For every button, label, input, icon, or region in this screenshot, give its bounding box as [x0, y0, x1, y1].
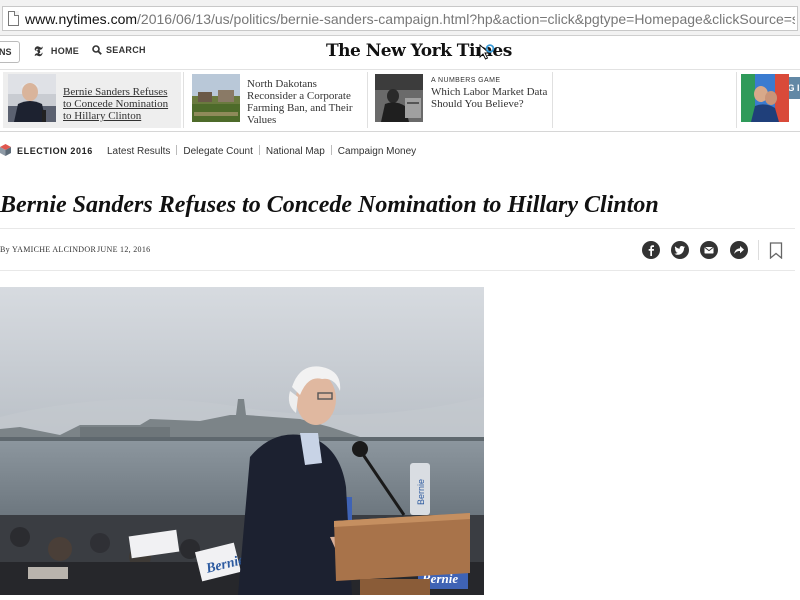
search-icon: [92, 45, 102, 55]
ribbon-divider: [183, 72, 184, 128]
email-share-button[interactable]: [700, 241, 718, 259]
ribbon-headline[interactable]: Which Labor Market Data Should You Belie…: [431, 86, 549, 110]
masthead: NS 𝕿HOME SEARCH The New York Times LOG I…: [0, 36, 800, 99]
nav-link-campaign-money[interactable]: Campaign Money: [332, 146, 422, 157]
publish-date: JUNE 12, 2016: [97, 245, 151, 254]
nav-link-delegate-count[interactable]: Delegate Count: [177, 146, 259, 157]
byline: By YAMICHE ALCINDOR: [0, 245, 97, 254]
author-link[interactable]: YAMICHE ALCINDOR: [12, 245, 96, 254]
search-link[interactable]: SEARCH: [92, 45, 146, 55]
ribbon-thumbnail: [741, 74, 789, 122]
facebook-icon: [648, 245, 654, 256]
more-share-button[interactable]: [730, 241, 748, 259]
bookmark-icon[interactable]: [769, 242, 783, 259]
story-ribbon: Bernie Sanders Refuses to Concede Nomina…: [0, 70, 800, 132]
facebook-share-button[interactable]: [642, 241, 660, 259]
ribbon-thumbnail: [192, 74, 240, 122]
share-icon: [734, 246, 744, 254]
twitter-icon: [674, 246, 685, 255]
election-links: Latest Results Delegate Count National Map…: [107, 145, 422, 157]
ribbon-headline[interactable]: North Dakotans Reconsider a Corporate Fa…: [247, 78, 365, 126]
ribbon-story-north-dakota[interactable]: North Dakotans Reconsider a Corporate Fa…: [185, 72, 367, 128]
browser-address-bar: www.nytimes.com/2016/06/13/us/politics/b…: [0, 0, 800, 36]
ribbon-thumbnail: [8, 74, 56, 122]
url-field[interactable]: www.nytimes.com/2016/06/13/us/politics/b…: [2, 6, 798, 31]
email-icon: [704, 247, 714, 254]
ribbon-story-sanders[interactable]: Bernie Sanders Refuses to Concede Nomina…: [3, 72, 181, 128]
home-link[interactable]: 𝕿 HOME: [34, 45, 79, 61]
article-hero-photo: Bernie Bernie Bernie: [0, 287, 484, 595]
nav-link-national-map[interactable]: National Map: [260, 146, 331, 157]
ribbon-divider: [552, 72, 553, 128]
election-2016-label[interactable]: ELECTION 2016: [17, 146, 93, 156]
election-nav: ELECTION 2016 Latest Results Delegate Cou…: [0, 140, 800, 162]
ribbon-thumbnail: [375, 74, 423, 122]
ribbon-story-partial[interactable]: [738, 72, 800, 128]
ballot-box-icon: [0, 144, 11, 156]
bottle-label-text: Bernie: [416, 479, 426, 505]
ribbon-divider: [736, 72, 737, 128]
article-headline: Bernie Sanders Refuses to Concede Nomina…: [0, 192, 659, 218]
ribbon-divider: [367, 72, 368, 128]
ribbon-story-labor-market[interactable]: A NUMBERS GAME Which Labor Market Data S…: [368, 72, 550, 128]
nyt-t-icon: 𝕿: [34, 45, 43, 60]
share-divider: [758, 240, 759, 260]
ribbon-headline[interactable]: Bernie Sanders Refuses to Concede Nomina…: [63, 86, 178, 122]
divider: [0, 270, 795, 271]
twitter-share-button[interactable]: [671, 241, 689, 259]
mouse-cursor-icon: [479, 44, 495, 60]
page-icon: [8, 11, 19, 26]
divider: [0, 228, 795, 229]
sections-button[interactable]: NS: [0, 41, 20, 63]
ribbon-kicker: A NUMBERS GAME: [431, 77, 501, 84]
nav-link-latest-results[interactable]: Latest Results: [107, 146, 176, 157]
url-text[interactable]: www.nytimes.com/2016/06/13/us/politics/b…: [25, 11, 795, 27]
